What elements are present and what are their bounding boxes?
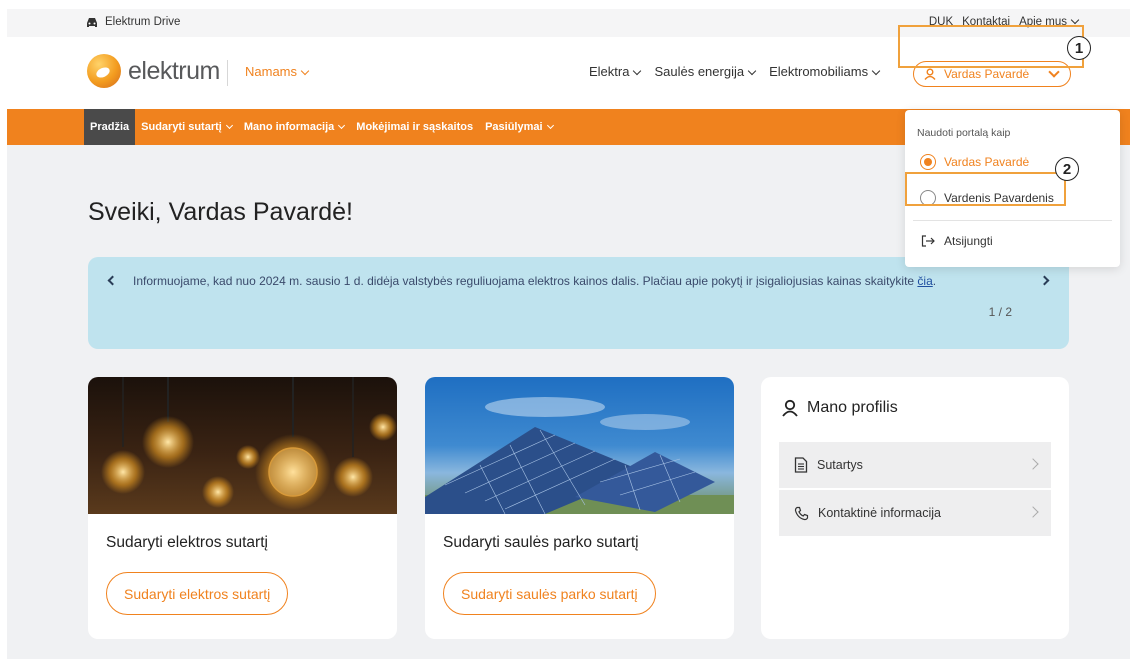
nav-mokejimai[interactable]: Mokėjimai ir sąskaitos (350, 109, 479, 145)
nav-label: Pasiūlymai (485, 121, 543, 133)
profile-item-kontaktine[interactable]: Kontaktinė informacija (779, 490, 1051, 536)
banner-link[interactable]: čia (917, 274, 932, 288)
electricity-contract-button[interactable]: Sudaryti elektros sutartį (106, 572, 289, 615)
highlight-box-2 (905, 172, 1066, 206)
solar-panels-image (425, 377, 734, 514)
profile-item-sutartys[interactable]: Sutartys (779, 442, 1051, 488)
nav-label: Pradžia (90, 121, 130, 133)
nav-label: Elektra (589, 64, 630, 79)
profile-card: Mano profilis Sutartys Kontaktinė inform… (761, 377, 1069, 639)
nav-label: Mano informacija (243, 121, 335, 133)
profile-item-label: Sutartys (817, 458, 863, 472)
segment-label: Namams (245, 64, 298, 79)
logout-item[interactable]: Atsijungti (921, 234, 993, 248)
chevron-left-icon[interactable] (107, 275, 118, 286)
document-icon (794, 457, 808, 473)
nav-elektra[interactable]: Elektra (589, 64, 642, 79)
highlight-box-1 (898, 25, 1084, 68)
chevron-down-icon (747, 66, 757, 76)
banner-trailing: . (932, 274, 937, 288)
profile-title: Mano profilis (781, 399, 898, 417)
nav-label: Sudaryti sutartį (141, 121, 222, 133)
nav-mano-informacija[interactable]: Mano informacija (238, 109, 350, 145)
nav-pasiulymai[interactable]: Pasiūlymai (479, 109, 558, 145)
nav-label: Mokėjimai ir sąskaitos (356, 121, 474, 133)
chevron-down-icon (546, 121, 554, 129)
nav-label: Elektromobiliams (769, 64, 869, 79)
banner-message: Informuojame, kad nuo 2024 m. sausio 1 d… (133, 274, 915, 288)
solar-contract-button[interactable]: Sudaryti saulės parko sutartį (443, 572, 656, 615)
user-icon (782, 399, 798, 417)
nav-saules-energija[interactable]: Saulės energija (654, 64, 757, 79)
electricity-contract-card: Sudaryti elektros sutartį Sudaryti elekt… (88, 377, 397, 639)
solar-contract-card: Sudaryti saulės parko sutartį Sudaryti s… (425, 377, 734, 639)
account-option-vardas-pavarde[interactable]: Vardas Pavardė (920, 154, 1029, 170)
profile-title-text: Mano profilis (807, 399, 898, 416)
page-title: Sveiki, Vardas Pavardė! (88, 198, 353, 226)
banner-text: Informuojame, kad nuo 2024 m. sausio 1 d… (133, 274, 936, 288)
chevron-right-icon (1027, 506, 1039, 518)
user-icon (924, 68, 936, 80)
solar-panels-illustration (425, 397, 734, 514)
chevron-down-icon (1070, 15, 1080, 25)
dropdown-divider (913, 220, 1112, 221)
elektrum-logo[interactable]: elektrum (87, 54, 220, 88)
main-nav: Elektra Saulės energija Elektromobiliams (589, 64, 881, 79)
chevron-down-icon (871, 66, 881, 76)
nav-sudaryti-sutarti[interactable]: Sudaryti sutartį (135, 109, 238, 145)
logo-mark-icon (87, 54, 121, 88)
nav-elektromobiliams[interactable]: Elektromobiliams (769, 64, 881, 79)
annotation-badge-2: 2 (1055, 157, 1079, 181)
account-option-label: Vardas Pavardė (944, 155, 1030, 169)
drive-label: Elektrum Drive (105, 16, 181, 28)
card-title: Sudaryti elektros sutartį (106, 534, 268, 551)
light-bulbs-image (88, 377, 397, 514)
banner-pager: 1 / 2 (988, 305, 1012, 319)
user-name: Vardas Pavardė (944, 67, 1030, 81)
car-icon (87, 18, 97, 27)
elektrum-drive-link[interactable]: Elektrum Drive (85, 16, 180, 28)
profile-item-label: Kontaktinė informacija (818, 506, 941, 520)
annotation-badge-1: 1 (1067, 36, 1091, 60)
light-bulbs-illustration (101, 377, 397, 510)
logout-label: Atsijungti (944, 234, 993, 248)
info-banner: Informuojame, kad nuo 2024 m. sausio 1 d… (88, 257, 1069, 349)
radio-selected-icon[interactable] (920, 154, 936, 170)
header-divider (227, 60, 228, 86)
nav-pradzia[interactable]: Pradžia (84, 109, 136, 145)
chevron-down-icon (300, 66, 310, 76)
chevron-down-icon (1048, 66, 1060, 78)
chevron-down-icon (225, 121, 233, 129)
dropdown-heading: Naudoti portalą kaip (917, 127, 1011, 139)
phone-icon (794, 506, 809, 520)
chevron-down-icon (338, 121, 346, 129)
chevron-right-icon (1027, 458, 1039, 470)
page-frame: Elektrum Drive DUK Kontaktai Apie mus el… (7, 9, 1130, 659)
card-title: Sudaryti saulės parko sutartį (443, 534, 639, 551)
segment-selector[interactable]: Namams (245, 64, 310, 79)
logout-icon (921, 235, 935, 247)
chevron-right-icon[interactable] (1039, 275, 1050, 286)
logo-text: elektrum (128, 56, 220, 85)
chevron-down-icon (633, 66, 642, 76)
nav-label: Saulės energija (654, 64, 745, 79)
